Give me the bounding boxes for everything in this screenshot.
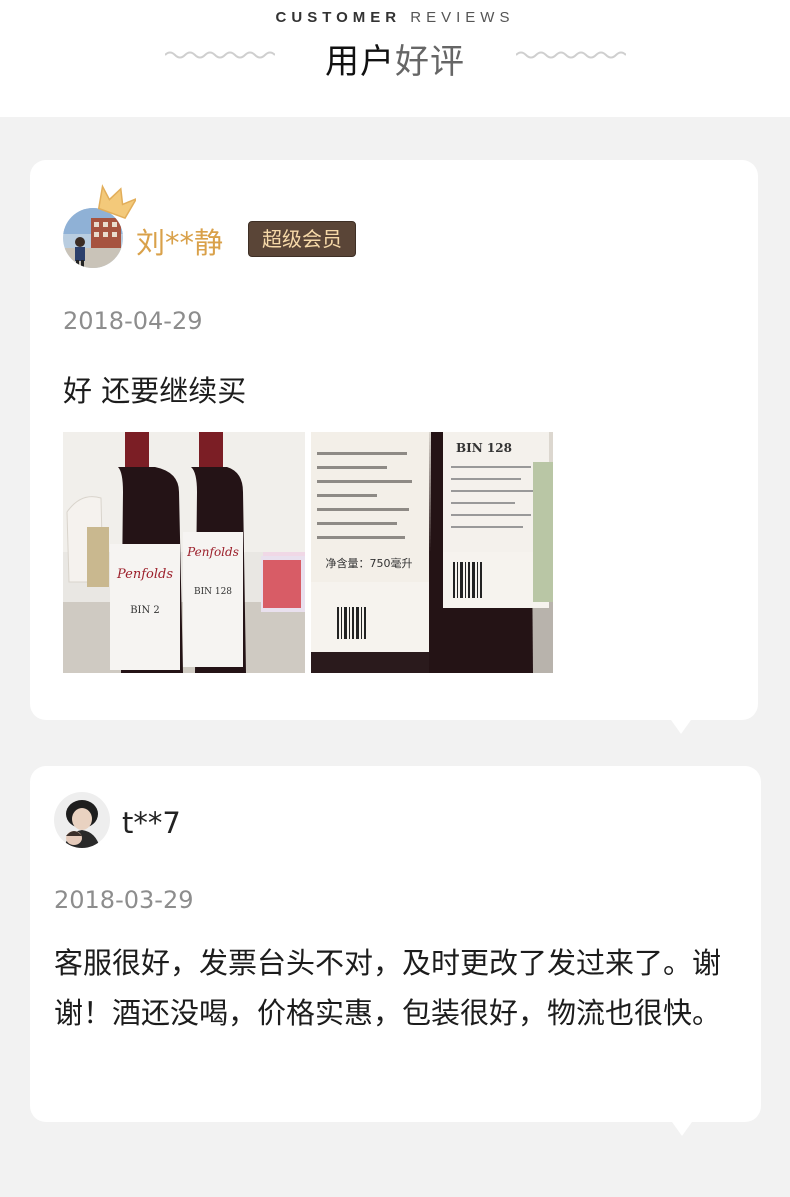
- title-cn-dark: 用户: [325, 42, 395, 82]
- section-header: CUSTOMER REVIEWS 用户好评: [0, 0, 790, 117]
- review-card: 刘**静 超级会员 2018-04-29 好 还要继续买 Penfolds BI…: [30, 160, 758, 734]
- review-photo[interactable]: 净含量：750毫升 BIN 128: [311, 432, 553, 673]
- section-title-cn: 用户好评: [0, 34, 790, 83]
- bottle1-brand: Penfolds: [116, 567, 173, 582]
- avatar[interactable]: [54, 792, 110, 848]
- speech-tail: [672, 1122, 692, 1136]
- review-text: 客服很好，发票台头不对，及时更改了发过来了。谢谢！酒还没喝，价格实惠，包装很好，…: [54, 946, 722, 1030]
- username[interactable]: 刘**静: [136, 220, 223, 262]
- vip-badge: 超级会员: [248, 221, 356, 257]
- volume-label: 净含量：750毫升: [326, 556, 413, 570]
- avatar-image: [54, 792, 110, 848]
- wine-bottles-photo: Penfolds BIN 2 Penfolds BIN 128: [63, 432, 305, 673]
- title-en-bold: CUSTOMER: [275, 9, 402, 26]
- wave-decoration-right: [516, 51, 626, 59]
- title-cn-light: 好评: [395, 42, 465, 82]
- title-en-light: REVIEWS: [410, 9, 515, 26]
- bottle2-bin: BIN 128: [194, 587, 232, 597]
- bottle2-brand: Penfolds: [186, 545, 239, 559]
- label-bin: BIN 128: [456, 441, 512, 455]
- review-text: 好 还要继续买: [63, 374, 247, 408]
- review-card: t**7 2018-03-29 客服很好，发票台头不对，及时更改了发过来了。谢谢…: [30, 766, 761, 1136]
- review-photo[interactable]: Penfolds BIN 2 Penfolds BIN 128: [63, 432, 305, 673]
- wine-back-label-photo: 净含量：750毫升 BIN 128: [311, 432, 553, 673]
- review-date: 2018-03-29: [54, 886, 194, 914]
- speech-tail: [671, 720, 691, 734]
- review-date: 2018-04-29: [63, 307, 203, 335]
- username[interactable]: t**7: [122, 806, 181, 840]
- section-title-en: CUSTOMER REVIEWS: [0, 9, 790, 26]
- bottle1-bin: BIN 2: [130, 605, 160, 616]
- crown-icon: [97, 184, 136, 219]
